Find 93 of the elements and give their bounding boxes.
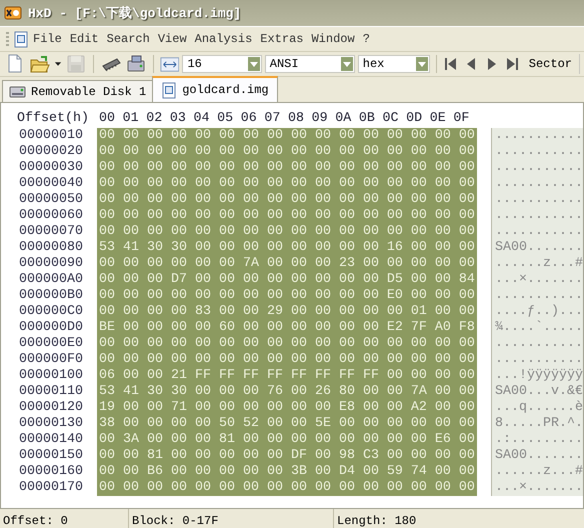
save-icon [66,54,86,74]
column-header: 05 [217,110,234,126]
document-tab[interactable]: goldcard.img [152,76,278,102]
skip-back-icon [444,56,459,72]
column-header: 02 [146,110,164,126]
column-header: 03 [170,110,187,126]
hex-bytes[interactable]: 00 00 00 00 00 00 00 00 00 00 00 00 00 00 00 00 [97,128,477,144]
open-folder-icon [30,54,50,74]
column-header: 0E [430,110,447,126]
offset-base-dropdown[interactable]: hex [358,55,430,73]
column-header: 00 [99,110,116,126]
offset-cell-text: 00000170 [18,480,84,496]
block-range-label: Block: 0-17F [131,514,218,528]
hex-bytes[interactable]: 00 00 00 D7 00 00 00 00 00 00 00 00 D5 00 00 84 [97,272,477,288]
offset-cell-text: 000000C0 [18,304,84,320]
hex-bytes[interactable]: 00 00 00 00 00 00 00 00 00 00 00 00 00 00 00 00 [97,176,477,192]
menu-item[interactable]: File [29,32,66,46]
offset-cell-text: 00000090 [18,256,84,272]
column-header: 0A [335,110,352,126]
hex-bytes[interactable]: 00 00 00 00 00 00 00 00 00 00 00 00 00 00 00 00 [97,160,477,176]
column-header: 0D [406,110,424,126]
document-icon [13,30,29,48]
offset-cell-text: 00000160 [18,464,84,480]
menu-item[interactable]: Search [102,32,154,46]
hex-bytes[interactable]: 38 00 00 00 00 50 52 00 00 5E 00 00 00 00 00 00 [97,416,477,432]
caret-icon [54,60,62,68]
offset-cell-text: 00000100 [18,368,84,384]
window-title: HxD - [F:\下载\goldcard.img] [28,5,242,22]
hex-bytes[interactable]: 00 00 B6 00 00 00 00 00 3B 00 D4 00 59 74 00 00 [97,464,477,480]
offset-cell-text: 00000030 [18,160,84,176]
hex-bytes[interactable]: 00 00 00 00 00 00 00 00 00 00 00 00 00 00 00 00 [97,480,477,496]
offset-cell-text: 00000010 [18,128,84,144]
hex-bytes[interactable]: 00 00 00 00 00 00 00 00 00 00 00 00 E0 00 00 00 [97,288,477,304]
offset-cell-text: 00000050 [18,192,84,208]
hex-bytes[interactable]: 00 00 00 00 00 00 00 00 00 00 00 00 00 00 00 00 [97,352,477,368]
offset-cell-text: 000000E0 [18,336,84,352]
menu-item[interactable]: Edit [66,32,103,46]
hex-bytes[interactable]: 00 00 00 00 00 00 7A 00 00 00 23 00 00 00 00 00 [97,256,477,272]
menu-item[interactable]: Analysis [190,32,256,46]
caret-icon [416,60,427,68]
column-header: 07 [264,110,282,126]
hex-bytes[interactable]: 53 41 30 30 00 00 00 76 00 26 80 00 00 7A 00 00 [97,384,477,400]
hex-bytes[interactable]: BE 00 00 00 00 60 00 00 00 00 00 00 E2 7F A0 F8 [97,320,477,336]
hex-bytes[interactable]: 00 00 00 00 00 00 00 00 00 00 00 00 00 00 00 00 [97,224,477,240]
column-header: 01 [122,110,140,126]
resize-arrows-icon [160,54,180,74]
column-header: 0C [382,110,400,126]
hex-bytes[interactable]: 00 00 00 00 00 00 00 00 00 00 00 00 00 00 00 00 [97,192,477,208]
hex-bytes[interactable]: 06 00 00 21 FF FF FF FF FF FF FF FF 00 00 00 00 [97,368,477,384]
hex-bytes[interactable]: 53 41 30 30 00 00 00 00 00 00 00 00 16 00 00 00 [97,240,477,256]
caret-icon [342,60,352,68]
column-header: 04 [194,110,210,126]
hex-bytes[interactable]: 19 00 00 71 00 00 00 00 00 00 E8 00 00 A2 00 00 [97,400,477,416]
charset-dropdown[interactable]: ANSI [264,55,355,73]
offset-cell-text: 000000D0 [18,320,84,336]
column-header: 08 [288,110,305,126]
hex-bytes[interactable]: 00 00 00 00 83 00 00 29 00 00 00 00 00 01 00 00 [97,304,477,320]
offset-cell-text: 00000070 [18,224,84,240]
offset-cell-text: 00000150 [18,448,84,464]
offset-cell-text: 00000140 [18,432,84,448]
offset-cell-text: 00000020 [18,144,84,160]
menu-item[interactable]: View [154,32,191,46]
column-header: 09 [312,110,329,126]
offset-cell-text: 00000040 [18,176,84,192]
hex-bytes[interactable]: 00 00 00 00 00 00 00 00 00 00 00 00 00 00 00 00 [97,208,477,224]
column-header: 0F [453,110,470,126]
offset-cell-text: 00000130 [18,416,84,432]
offset-cell-text: 000000F0 [18,352,84,368]
bytes-per-row-dropdown[interactable]: 16 [182,55,262,73]
app-icon [4,4,22,22]
menu-item[interactable]: Extras [256,32,308,46]
column-header: 06 [240,110,258,126]
hex-bytes[interactable]: 00 00 81 00 00 00 00 00 DF 00 98 C3 00 00 00 00 [97,448,477,464]
offset-header: Offset(h) [17,110,89,126]
column-header: 0B [358,110,376,126]
offset-cell-text: 00000080 [18,240,84,256]
offset-cell-text: 00000120 [18,400,84,416]
hex-bytes[interactable]: 00 00 00 00 00 00 00 00 00 00 00 00 00 00 00 00 [97,144,477,160]
offset-cell-text: 000000B0 [18,288,84,304]
offset-label: Offset: 0 [2,514,68,528]
document-icon [161,82,178,98]
length-label: Length: 180 [336,514,416,528]
caret-icon [248,60,259,68]
menu-item[interactable]: ? [358,32,374,46]
hex-bytes[interactable]: 00 00 00 00 00 00 00 00 00 00 00 00 00 00 00 00 [97,336,477,352]
menu-item[interactable]: Window [307,32,359,46]
hex-bytes[interactable]: 00 3A 00 00 00 81 00 00 00 00 00 00 00 00 E6 00 [97,432,477,448]
offset-cell-text: 00000110 [18,384,84,400]
offset-cell-text: 000000A0 [18,272,84,288]
sector-label: Sector [528,57,572,71]
open-button[interactable] [29,53,51,75]
offset-cell-text: 00000060 [18,208,84,224]
document-tab[interactable]: Removable Disk 1 [2,80,154,102]
